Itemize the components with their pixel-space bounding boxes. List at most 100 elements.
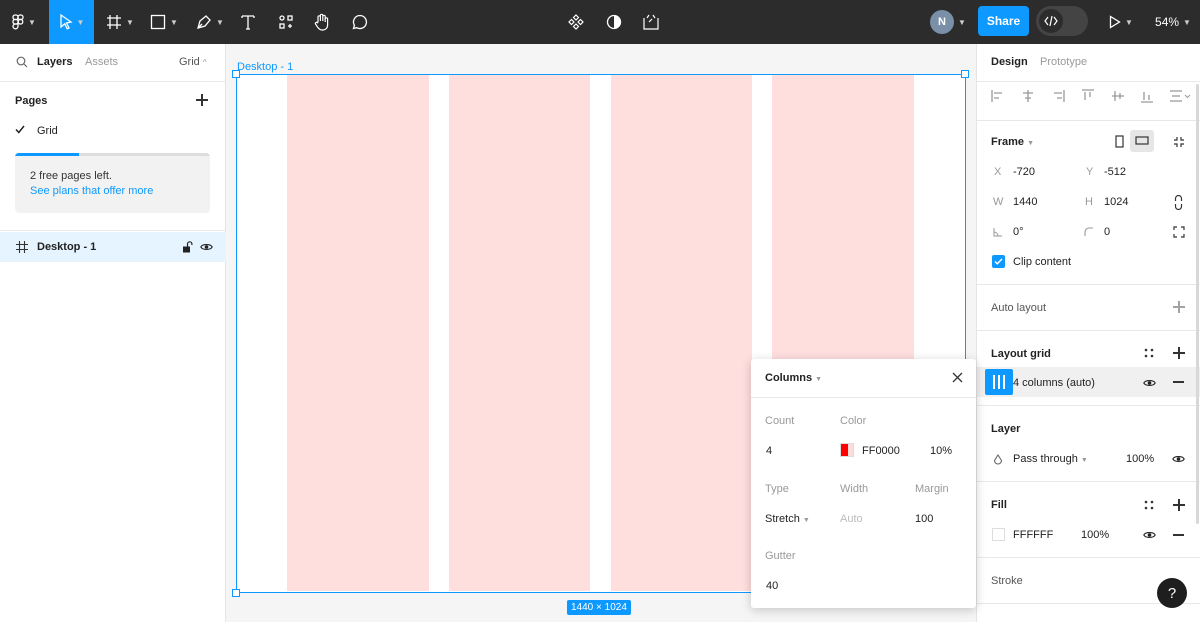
dev-mode-toggle[interactable]	[1036, 6, 1088, 36]
grid-column	[610, 75, 752, 591]
portrait-icon[interactable]	[1115, 135, 1124, 148]
add-auto-layout-icon[interactable]	[1173, 301, 1185, 313]
align-right-icon[interactable]	[1051, 89, 1065, 103]
comment-tool-button[interactable]	[348, 0, 372, 44]
width-input[interactable]: Auto	[840, 513, 863, 525]
unlock-icon[interactable]	[182, 241, 193, 253]
eye-icon[interactable]	[200, 242, 213, 252]
align-vertical-center-icon[interactable]	[1111, 89, 1125, 103]
frame-label[interactable]: Desktop - 1	[237, 61, 293, 73]
grid-color-swatch[interactable]	[840, 443, 854, 457]
pen-tool-button[interactable]: ▼	[192, 0, 228, 44]
create-component-button[interactable]	[564, 0, 588, 44]
frame-tool-button[interactable]: ▼	[102, 0, 138, 44]
fill-hex-input[interactable]: FFFFFF	[1013, 529, 1053, 541]
align-horizontal-center-icon[interactable]	[1021, 89, 1035, 103]
text-icon	[241, 15, 255, 30]
layer-opacity-input[interactable]: 100%	[1126, 453, 1154, 465]
gutter-label: Gutter	[765, 550, 796, 562]
fill-opacity-input[interactable]: 100%	[1081, 529, 1109, 541]
grid-type-select[interactable]: Columns ▼	[765, 372, 822, 384]
landscape-button[interactable]	[1130, 130, 1154, 152]
resize-handle-top-left[interactable]	[232, 70, 240, 78]
constrain-proportions-icon[interactable]	[1174, 195, 1183, 210]
grid-color-hex-input[interactable]: FF0000	[862, 445, 900, 457]
share-button[interactable]: Share	[978, 6, 1029, 36]
w-label: W	[993, 196, 1004, 208]
y-input[interactable]: -512	[1104, 166, 1126, 178]
crop-button[interactable]	[639, 0, 663, 44]
main-menu-button[interactable]: ▼	[6, 0, 42, 44]
add-layout-grid-icon[interactable]	[1173, 347, 1185, 359]
eye-icon[interactable]	[1143, 530, 1156, 540]
gutter-input[interactable]: 40	[766, 580, 778, 592]
tab-design[interactable]: Design	[991, 56, 1028, 68]
search-icon[interactable]	[16, 56, 28, 68]
hand-tool-button[interactable]	[310, 0, 334, 44]
fill-swatch[interactable]	[992, 528, 1005, 541]
x-input[interactable]: -720	[1013, 166, 1035, 178]
add-page-icon[interactable]	[196, 94, 208, 106]
close-icon[interactable]	[952, 372, 963, 383]
remove-fill-icon[interactable]	[1173, 534, 1184, 536]
h-input[interactable]: 1024	[1104, 196, 1128, 208]
corner-radius-input[interactable]: 0	[1104, 226, 1110, 238]
rotation-icon	[993, 228, 1002, 237]
text-tool-button[interactable]	[236, 0, 260, 44]
count-input[interactable]: 4	[766, 445, 772, 457]
chevron-down-icon: ▼	[126, 17, 134, 27]
scrollbar[interactable]	[1196, 84, 1199, 524]
clip-content-checkbox[interactable]	[992, 255, 1005, 268]
resize-to-fit-icon[interactable]	[1173, 136, 1185, 148]
page-switcher[interactable]: Grid ^	[179, 56, 207, 68]
page-item-grid[interactable]: Grid	[0, 116, 226, 144]
zoom-menu[interactable]: 54% ▼	[1148, 0, 1198, 44]
eye-icon[interactable]	[1172, 454, 1185, 464]
mask-button[interactable]	[602, 0, 626, 44]
blend-mode-select[interactable]: Pass through ▼	[1013, 453, 1088, 465]
shape-tool-button[interactable]: ▼	[146, 0, 182, 44]
layer-row-desktop-1[interactable]: Desktop - 1	[0, 232, 226, 262]
divider	[751, 397, 976, 398]
remove-layout-grid-icon[interactable]	[1173, 381, 1184, 383]
blend-mode-value: Pass through	[1013, 453, 1078, 465]
cursor-icon	[59, 14, 73, 30]
chevron-down-icon: ▼	[1080, 457, 1088, 464]
divider	[977, 81, 1200, 82]
grid-color-opacity-input[interactable]: 10%	[930, 445, 952, 457]
multiplayer-avatar[interactable]: N ▼	[926, 0, 970, 44]
swatch-solid	[841, 444, 848, 456]
type-select[interactable]: Stretch ▼	[765, 513, 810, 525]
help-button[interactable]: ?	[1157, 578, 1187, 608]
present-button[interactable]: ▼	[1104, 0, 1138, 44]
frame-section-title[interactable]: Frame ▼	[991, 136, 1034, 148]
columns-popup: Columns ▼ Count Color 4 FF0000 10% Type …	[751, 359, 976, 608]
align-left-icon[interactable]	[991, 89, 1005, 103]
align-top-icon[interactable]	[1081, 89, 1095, 103]
grid-styles-icon[interactable]	[1144, 348, 1154, 358]
tab-layers[interactable]: Layers	[37, 56, 72, 68]
grid-column	[287, 75, 429, 591]
resources-button[interactable]	[274, 0, 298, 44]
distribute-icon[interactable]	[1169, 89, 1191, 103]
grid-settings-button[interactable]	[985, 369, 1013, 395]
independent-corners-icon[interactable]	[1173, 226, 1185, 238]
eye-icon[interactable]	[1143, 378, 1156, 388]
rotation-input[interactable]: 0°	[1013, 226, 1024, 238]
chevron-down-icon: ▼	[216, 17, 224, 27]
resize-handle-top-right[interactable]	[961, 70, 969, 78]
margin-input[interactable]: 100	[915, 513, 933, 525]
chevron-down-icon: ▼	[802, 517, 810, 524]
tab-prototype[interactable]: Prototype	[1040, 56, 1087, 68]
align-bottom-icon[interactable]	[1140, 89, 1154, 103]
divider	[977, 330, 1200, 331]
see-plans-link[interactable]: See plans that offer more	[30, 185, 153, 197]
add-fill-icon[interactable]	[1173, 499, 1185, 511]
w-input[interactable]: 1440	[1013, 196, 1037, 208]
move-tool-button[interactable]: ▼	[49, 0, 94, 44]
fill-styles-icon[interactable]	[1144, 500, 1154, 510]
tab-assets[interactable]: Assets	[85, 56, 118, 68]
layout-grid-row[interactable]: 4 columns (auto)	[977, 367, 1200, 397]
layout-grid-title: Layout grid	[991, 348, 1051, 360]
resize-handle-bottom-left[interactable]	[232, 589, 240, 597]
